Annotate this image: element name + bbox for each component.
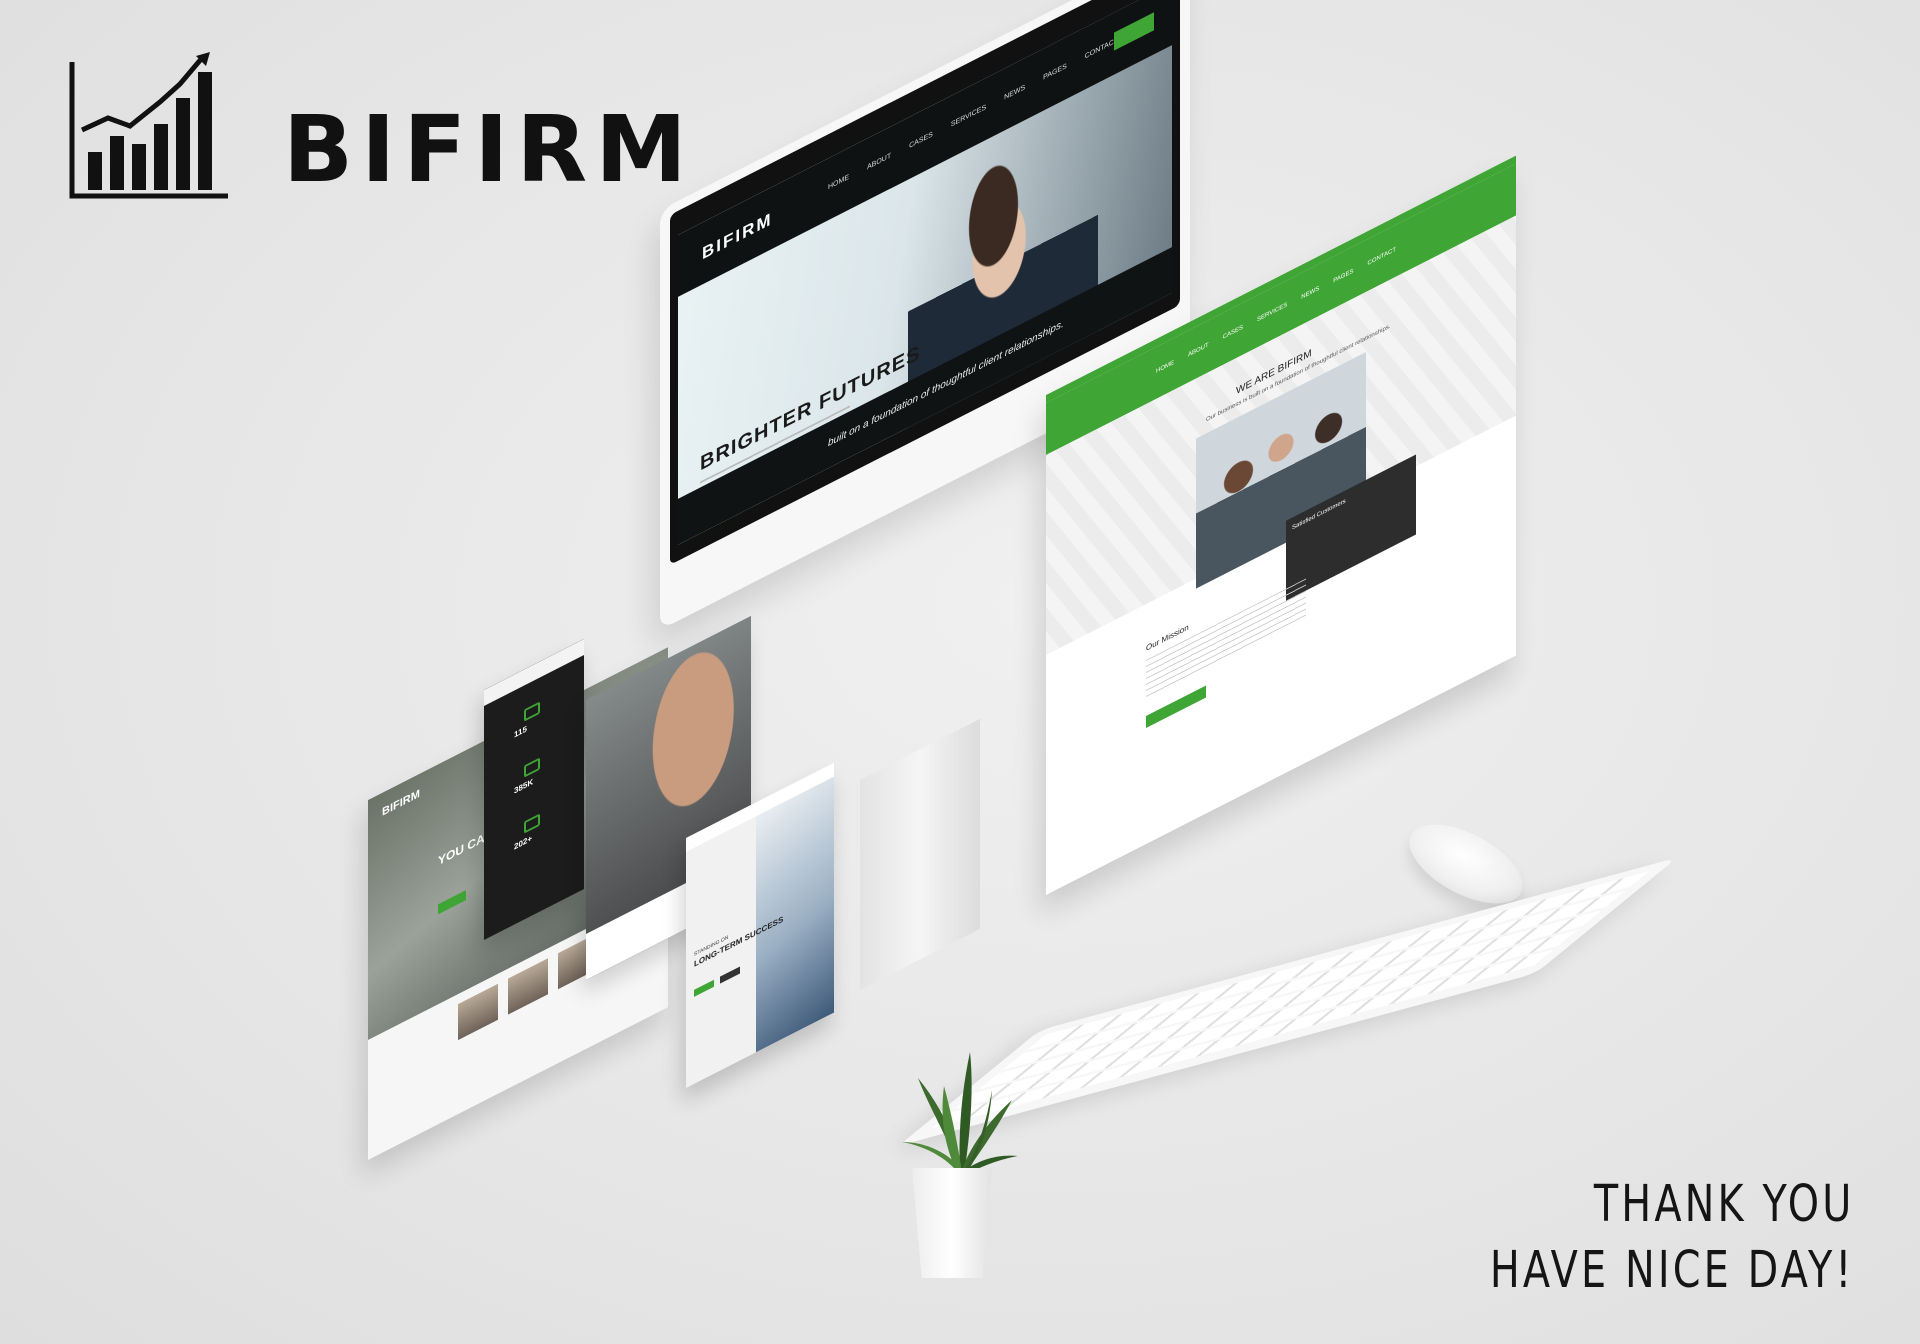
brand-logo: BIFIRM	[68, 52, 695, 202]
stat-icon	[524, 701, 540, 722]
nav-item: PAGES	[1043, 62, 1067, 82]
presentation-scene: BIFIRM BIFIRM YOU CAN BIFIRM HOME ABOUT …	[0, 0, 1920, 1344]
plant-leaves-icon	[902, 1052, 1018, 1176]
keyboard-keys	[926, 870, 1650, 1133]
stat-value: 115	[514, 724, 527, 740]
success-primary-button	[694, 979, 714, 997]
nav-item: CASES	[1222, 324, 1244, 341]
bar-chart-growth-icon	[69, 52, 228, 199]
closing-line-2: HAVE NICE DAY!	[1489, 1241, 1854, 1300]
monitor-stand	[860, 718, 980, 990]
website-logo: BIFIRM	[702, 208, 773, 264]
nav-item: PAGES	[1333, 268, 1354, 285]
nav-item: SERVICES	[1257, 302, 1288, 324]
stat-value: 385K	[514, 776, 534, 796]
success-secondary-button	[720, 966, 740, 984]
mockup-brand: BIFIRM	[382, 787, 420, 819]
stats-navbar	[484, 639, 584, 706]
stat-icon	[524, 757, 540, 778]
thumbnail	[458, 983, 498, 1041]
nav-item: SERVICES	[950, 103, 987, 129]
nav-item: ABOUT	[1188, 342, 1209, 359]
nav-item: CASES	[909, 130, 933, 151]
hero-button	[438, 890, 466, 915]
stat-value: 202+	[514, 833, 533, 852]
nav-item: CONTACT	[1367, 246, 1397, 268]
handshake-image	[756, 776, 834, 1053]
mockup-page-stats: 115 385K 202+	[484, 639, 584, 940]
brand-name: BIFIRM	[283, 96, 695, 203]
closing-line-1: THANK YOU	[1593, 1175, 1854, 1234]
plant-pot	[912, 1168, 992, 1278]
closing-message: THANK YOU HAVE NICE DAY!	[1489, 1172, 1854, 1304]
nav-item: ABOUT	[867, 152, 892, 172]
nav-cta-button	[1114, 12, 1154, 51]
nav-item: NEWS	[1004, 83, 1026, 102]
stat-icon	[524, 813, 540, 834]
nav-item: NEWS	[1301, 285, 1320, 301]
nav-item: HOME	[1156, 359, 1174, 375]
nav-item: HOME	[828, 173, 849, 192]
thumbnail	[508, 958, 548, 1015]
